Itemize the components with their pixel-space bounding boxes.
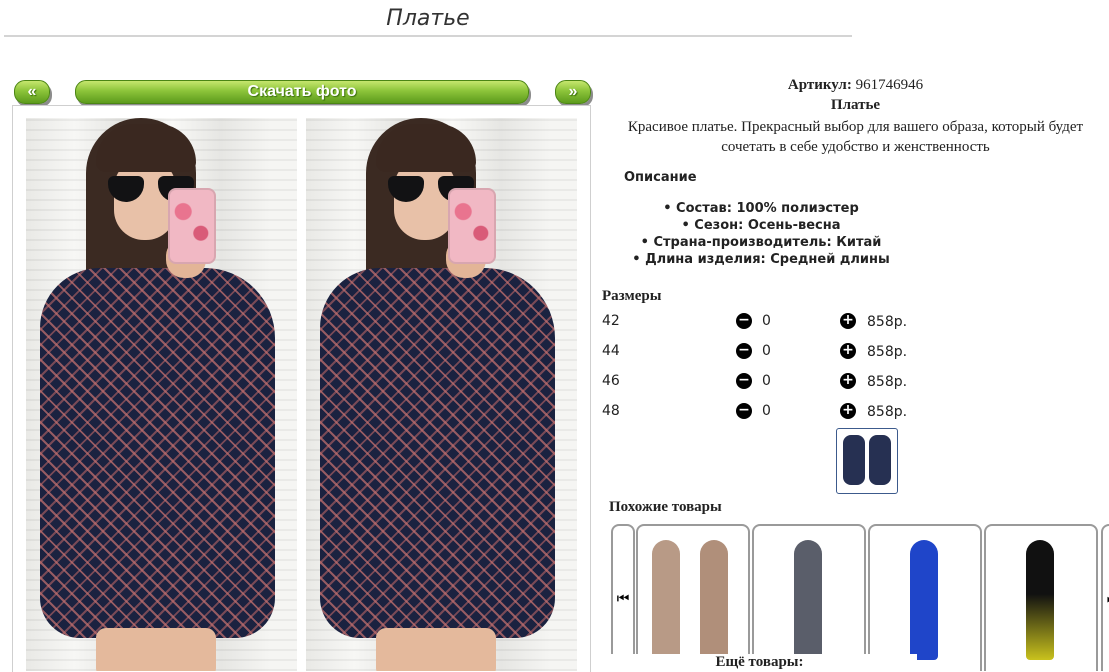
- quantity-value: 0: [762, 403, 771, 419]
- article-label: Артикул:: [787, 77, 852, 93]
- feature-item: Длина изделия: Средней длины: [602, 252, 920, 267]
- skip-next-icon[interactable]: ⏭: [1101, 524, 1109, 671]
- plus-circle-icon[interactable]: +: [840, 373, 856, 389]
- page-title: Платье: [386, 6, 470, 31]
- plus-circle-icon[interactable]: +: [840, 403, 856, 419]
- product-photo-front: [26, 118, 297, 671]
- similar-product-card[interactable]: [636, 524, 750, 671]
- next-photo-button[interactable]: »: [555, 80, 591, 104]
- plus-circle-icon[interactable]: +: [840, 343, 856, 359]
- size-price: 858р.: [867, 344, 908, 360]
- similar-product-card[interactable]: [868, 524, 982, 671]
- feature-item: Страна-производитель: Китай: [602, 235, 920, 250]
- more-products-label: Ещё товары:: [602, 654, 917, 671]
- size-price: 858р.: [867, 314, 908, 330]
- size-price: 858р.: [867, 404, 908, 420]
- previous-photo-button[interactable]: «: [14, 80, 50, 104]
- photo-thumbnail[interactable]: [836, 428, 898, 494]
- minus-circle-icon[interactable]: −: [736, 313, 752, 329]
- size-row: 42 − 0 + 858р.: [602, 312, 922, 332]
- minus-circle-icon[interactable]: −: [736, 403, 752, 419]
- size-row: 44 − 0 + 858р.: [602, 342, 922, 362]
- minus-circle-icon[interactable]: −: [736, 343, 752, 359]
- size-label: 42: [602, 313, 620, 329]
- similar-products-carousel: ⏮ ⏭: [611, 524, 1109, 671]
- description-heading: Описание: [624, 170, 697, 185]
- similar-product-card[interactable]: [752, 524, 866, 671]
- feature-item: Сезон: Осень-весна: [602, 218, 920, 233]
- article-value: 961746946: [855, 77, 924, 93]
- product-description: Красивое платье. Прекрасный выбор для ва…: [627, 119, 1084, 155]
- similar-product-card[interactable]: [984, 524, 1098, 671]
- product-name: Платье: [830, 97, 881, 113]
- plus-circle-icon[interactable]: +: [840, 313, 856, 329]
- product-photo-side: [306, 118, 577, 671]
- quantity-value: 0: [762, 313, 771, 329]
- download-photo-button[interactable]: Скачать фото: [75, 80, 529, 104]
- size-row: 48 − 0 + 858р.: [602, 402, 922, 422]
- size-price: 858р.: [867, 374, 908, 390]
- size-row: 46 − 0 + 858р.: [602, 372, 922, 392]
- skip-previous-icon[interactable]: ⏮: [611, 524, 635, 671]
- similar-products-heading: Похожие товары: [609, 499, 722, 515]
- feature-item: Состав: 100% полиэстер: [602, 201, 920, 216]
- minus-circle-icon[interactable]: −: [736, 373, 752, 389]
- title-divider: [4, 35, 852, 37]
- sizes-heading: Размеры: [602, 288, 662, 304]
- size-label: 48: [602, 403, 620, 419]
- size-label: 46: [602, 373, 620, 389]
- quantity-value: 0: [762, 343, 771, 359]
- size-label: 44: [602, 343, 620, 359]
- quantity-value: 0: [762, 373, 771, 389]
- article-line: Артикул: 961746946: [602, 77, 1109, 94]
